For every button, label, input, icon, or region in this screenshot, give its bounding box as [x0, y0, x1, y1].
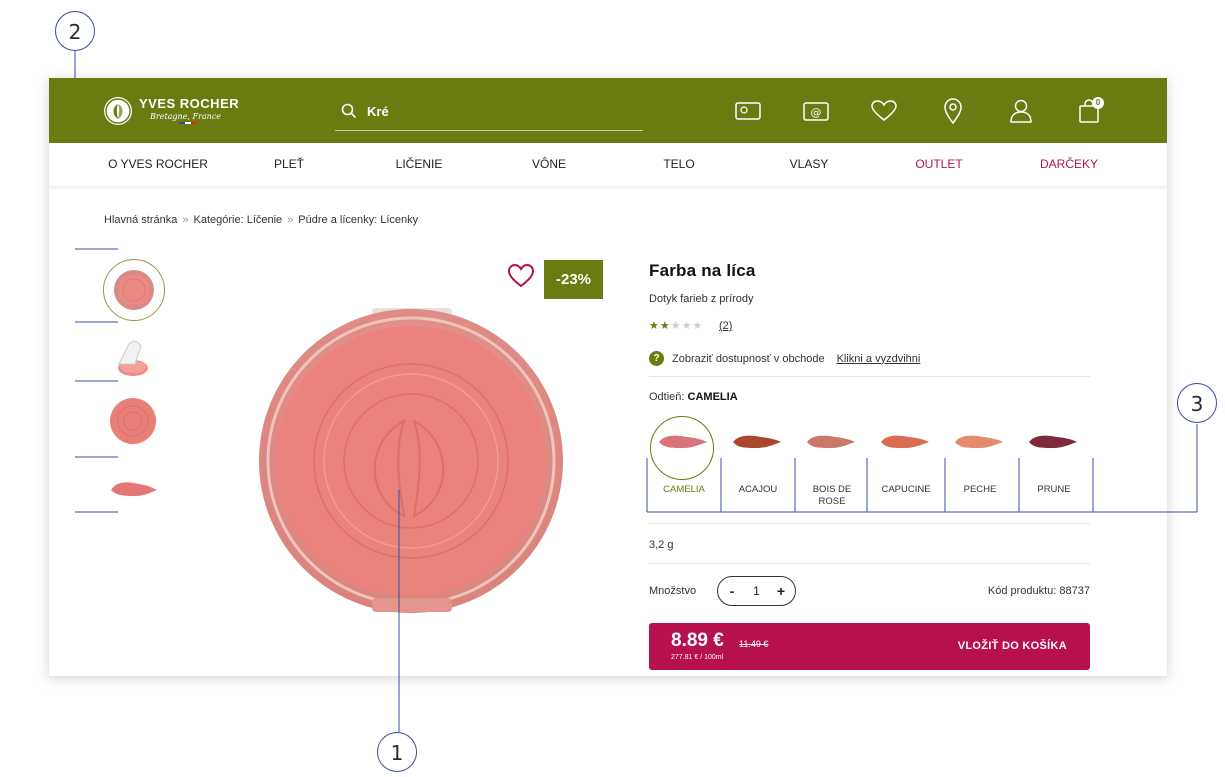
- callout-2: 2: [55, 11, 95, 51]
- callout-1: 1: [377, 732, 417, 772]
- annotation-overlay: [75, 248, 1198, 732]
- callout-3: 3: [1177, 383, 1217, 423]
